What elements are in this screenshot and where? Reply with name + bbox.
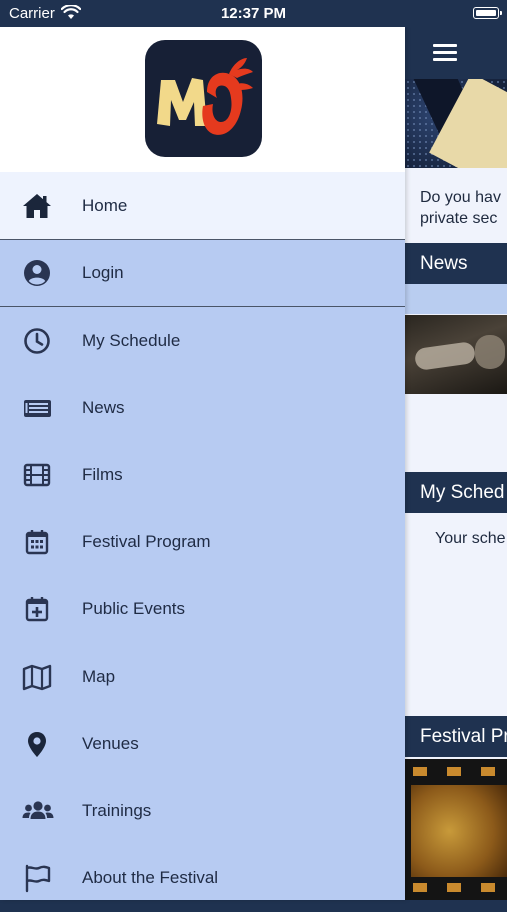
menu-item-label: Public Events	[82, 599, 185, 619]
battery-icon	[473, 7, 502, 19]
user-circle-icon	[21, 257, 53, 289]
drawer-menu: Home Login My Schedule News Films Festiv…	[0, 172, 405, 912]
menu-item-login[interactable]: Login	[0, 240, 405, 307]
menu-item-films[interactable]: Films	[0, 441, 405, 508]
main-content: Do you hav private sec News My Sched You…	[405, 27, 507, 900]
menu-item-about-the-festival[interactable]: About the Festival	[0, 845, 405, 912]
status-bar: Carrier 12:37 PM	[0, 0, 507, 27]
menu-item-label: About the Festival	[82, 868, 219, 888]
app-logo	[145, 40, 262, 157]
news-thumbnail[interactable]	[405, 315, 507, 394]
calendar-plus-icon	[21, 593, 53, 625]
menu-item-my-schedule[interactable]: My Schedule	[0, 307, 405, 374]
schedule-section-header: My Sched	[405, 472, 507, 513]
festival-program-image[interactable]	[405, 759, 507, 900]
schedule-empty-text: Your sche	[435, 530, 506, 547]
menu-item-public-events[interactable]: Public Events	[0, 576, 405, 643]
menu-item-venues[interactable]: Venues	[0, 710, 405, 777]
calendar-icon	[21, 526, 53, 558]
news-strip	[405, 284, 507, 314]
menu-item-news[interactable]: News	[0, 374, 405, 441]
login-prompt-text: Do you hav private sec	[420, 189, 501, 227]
home-icon	[21, 190, 53, 222]
film-icon	[21, 459, 53, 491]
menu-item-label: Login	[82, 263, 124, 282]
menu-item-label: Map	[82, 666, 116, 686]
clock-icon	[21, 325, 53, 357]
menu-item-label: News	[82, 397, 125, 417]
top-nav-bar	[405, 27, 507, 79]
drawer-header	[0, 27, 405, 172]
navigation-drawer: Home Login My Schedule News Films Festiv…	[0, 27, 405, 900]
banner-image	[405, 79, 507, 168]
menu-item-label: Festival Program	[82, 532, 211, 552]
map-pin-icon	[21, 728, 53, 760]
status-time: 12:37 PM	[220, 5, 287, 22]
news-section-header: News	[405, 243, 507, 284]
menu-item-festival-program[interactable]: Festival Program	[0, 509, 405, 576]
menu-item-label: My Schedule	[82, 330, 181, 350]
menu-item-label: Films	[82, 464, 123, 484]
hamburger-menu-icon[interactable]	[433, 44, 457, 62]
map-icon	[21, 661, 53, 693]
menu-item-label: Home	[82, 195, 128, 215]
newspaper-icon	[21, 392, 53, 424]
festival-program-header: Festival Pr	[405, 716, 507, 757]
flag-icon	[21, 862, 53, 894]
menu-item-label: Venues	[82, 733, 139, 753]
menu-item-trainings[interactable]: Trainings	[0, 777, 405, 844]
menu-item-home[interactable]: Home	[0, 172, 405, 240]
users-icon	[21, 795, 54, 827]
menu-item-label: Trainings	[82, 800, 152, 820]
menu-item-map[interactable]: Map	[0, 643, 405, 710]
